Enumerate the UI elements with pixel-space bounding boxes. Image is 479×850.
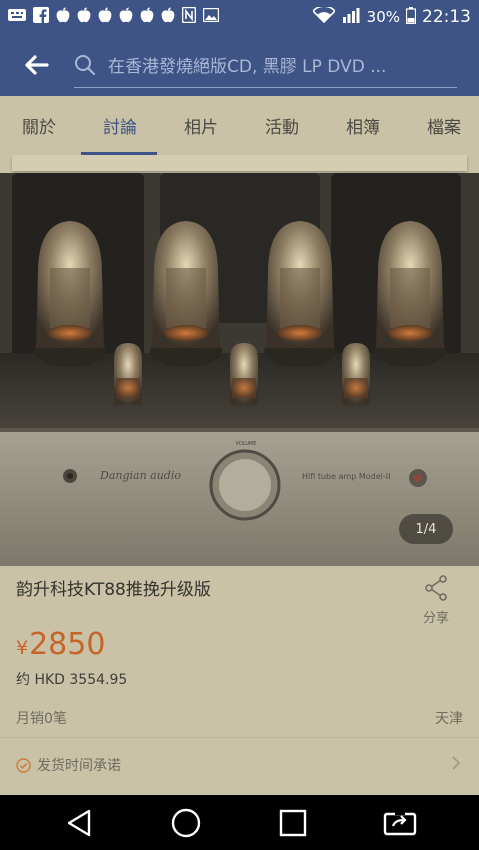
apple-icon: [77, 7, 91, 27]
search-icon: [74, 54, 108, 76]
apple-icon: [98, 7, 112, 27]
svg-text:VOLUME: VOLUME: [236, 441, 257, 447]
approx-price: 约 HKD 3554.95: [16, 672, 128, 688]
share-label: 分享: [422, 611, 449, 626]
apple-icon: [119, 7, 133, 27]
status-bar: 30% 22:13: [0, 0, 479, 34]
tab-files[interactable]: 檔案: [427, 96, 461, 155]
screen-share-icon: [383, 809, 416, 835]
card-edge: [12, 155, 467, 171]
battery-percentage: 30%: [366, 8, 400, 26]
product-title: 韵升科技KT88推挽升级版: [16, 580, 211, 600]
apple-icon: [140, 7, 154, 27]
chevron-right-icon: [451, 755, 461, 776]
nav-back-button[interactable]: [49, 795, 109, 850]
top-bar: 在香港發燒絕版CD, 黑膠 LP DVD ...: [0, 34, 479, 96]
product-price: ¥ 2850: [16, 627, 105, 662]
product-detail: VOLUME Dangian audio Hifi tube amp Model…: [0, 155, 479, 795]
shipping-promise-label: 发货时间承诺: [37, 758, 121, 774]
search-field[interactable]: 在香港發燒絕版CD, 黑膠 LP DVD ...: [74, 43, 457, 88]
battery-icon: [405, 6, 417, 28]
signal-4g-icon: [341, 7, 361, 27]
wifi-icon: [311, 5, 336, 27]
apple-icon: [56, 7, 70, 27]
nfc-icon: [181, 6, 197, 27]
price-value: 2850: [29, 627, 106, 662]
monthly-sales: 月销0笔: [16, 711, 67, 727]
tab-about[interactable]: 關於: [22, 96, 56, 155]
product-image-carousel[interactable]: VOLUME Dangian audio Hifi tube amp Model…: [0, 173, 479, 566]
tab-bar: 關於 討論 相片 活動 相簿 檔案: [0, 96, 479, 155]
tab-discussion[interactable]: 討論: [81, 96, 157, 155]
notification-icon: [8, 8, 26, 26]
facebook-icon: [33, 7, 49, 27]
back-arrow-icon: [25, 55, 49, 75]
divider: [0, 737, 479, 738]
tube-amp-photo: VOLUME Dangian audio Hifi tube amp Model…: [0, 173, 479, 566]
seller-location: 天津: [435, 711, 463, 727]
check-circle-icon: [16, 757, 31, 773]
nav-recents-button[interactable]: [263, 795, 323, 850]
tab-events[interactable]: 活動: [265, 96, 299, 155]
image-icon: [202, 7, 220, 26]
home-circle-icon: [171, 808, 201, 837]
nav-screen-share-button[interactable]: [370, 795, 430, 850]
system-nav-bar: [0, 795, 479, 850]
shipping-promise-row[interactable]: 发货时间承诺: [16, 755, 121, 775]
tab-photos[interactable]: 相片: [184, 96, 218, 155]
svg-text:Hifi tube amp Model-II: Hifi tube amp Model-II: [302, 472, 391, 481]
nav-home-button[interactable]: [156, 795, 216, 850]
apple-icon: [161, 7, 175, 27]
share-button[interactable]: 分享: [416, 575, 456, 626]
back-triangle-icon: [68, 809, 91, 836]
recents-square-icon: [279, 809, 307, 836]
tab-albums[interactable]: 相簿: [346, 96, 380, 155]
currency-symbol: ¥: [16, 637, 29, 659]
search-placeholder: 在香港發燒絕版CD, 黑膠 LP DVD ...: [108, 57, 387, 77]
clock: 22:13: [422, 7, 471, 27]
back-button[interactable]: [0, 34, 74, 96]
image-page-indicator: 1/4: [399, 514, 453, 544]
share-icon: [425, 575, 447, 601]
svg-text:Dangian audio: Dangian audio: [99, 469, 181, 482]
